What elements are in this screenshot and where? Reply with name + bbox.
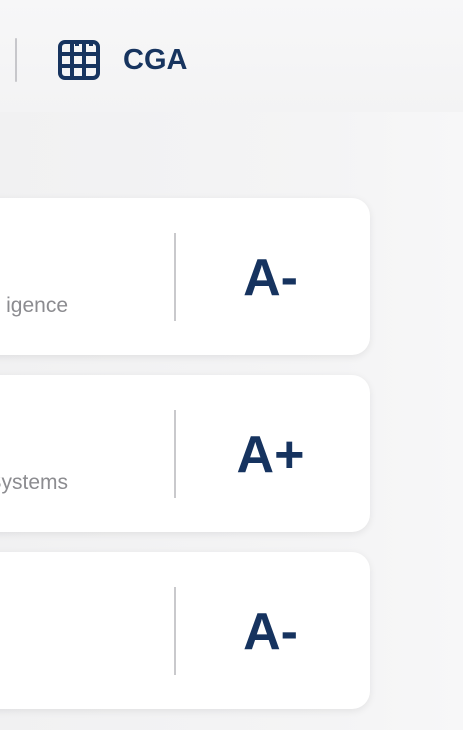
top-bar: CGA <box>0 0 463 112</box>
top-bar-divider <box>15 38 17 82</box>
grade-value: A- <box>243 249 298 307</box>
grade-card-3[interactable]: A- <box>0 552 370 709</box>
grade-value: A+ <box>236 426 305 484</box>
card-subtitle: igence <box>6 294 68 317</box>
card-divider <box>174 233 176 321</box>
grid-logo-icon <box>58 40 100 80</box>
grade-card-2[interactable]: t Systems A+ <box>0 375 370 532</box>
screen: CGA igence A- t Systems A+ A- <box>0 0 463 730</box>
cga-label[interactable]: CGA <box>123 44 187 76</box>
card-subtitle: t Systems <box>0 471 68 494</box>
grade-value: A- <box>243 603 298 661</box>
grade-card-1[interactable]: igence A- <box>0 198 370 355</box>
card-divider <box>174 587 176 675</box>
card-divider <box>174 410 176 498</box>
